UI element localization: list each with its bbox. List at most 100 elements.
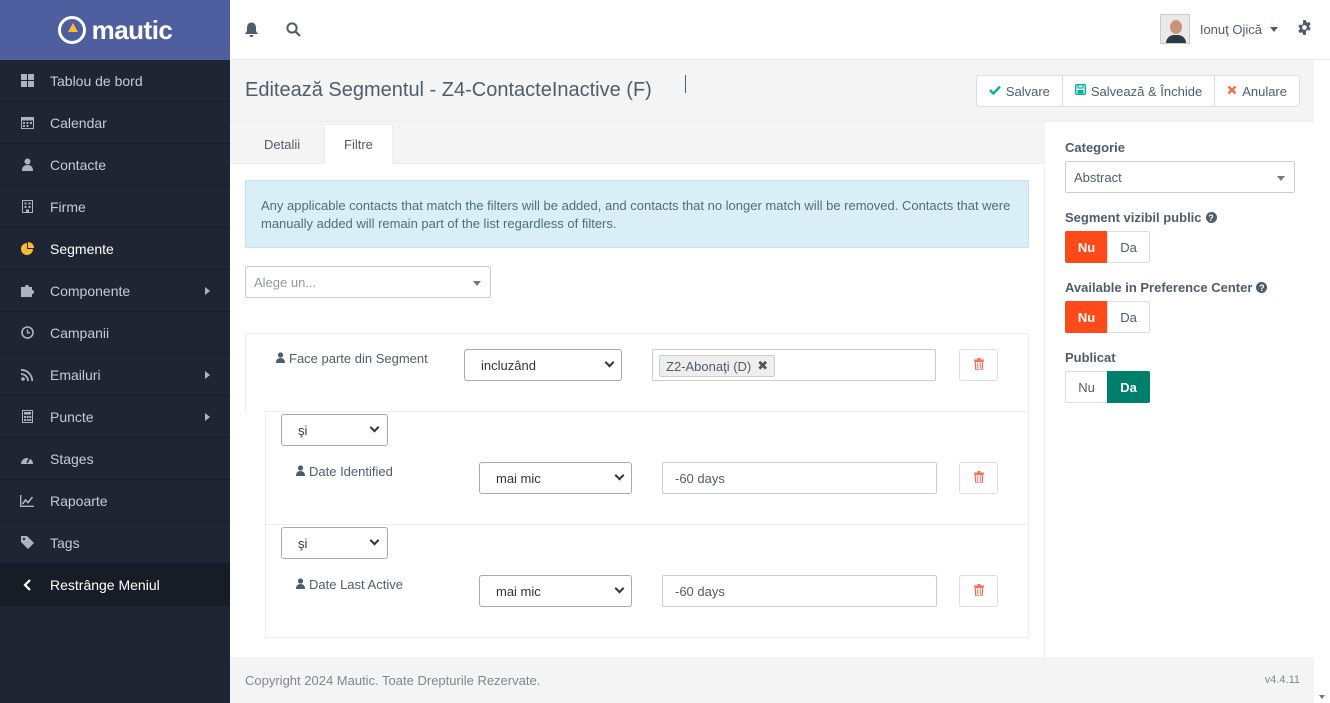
brand-logo[interactable]: mautic: [0, 0, 230, 60]
delete-filter-button[interactable]: [959, 462, 998, 494]
sidebar-item-stages[interactable]: Stages: [0, 438, 230, 480]
caret-down-icon: [1277, 176, 1285, 181]
tab-bar: Detalii Filtre: [230, 122, 1045, 165]
sidebar-item-components[interactable]: Componente: [0, 270, 230, 312]
published-yes-button[interactable]: Da: [1107, 371, 1150, 403]
cancel-button[interactable]: Anulare: [1214, 75, 1300, 107]
sidebar-item-companies[interactable]: Firme: [0, 186, 230, 228]
page-header: Editează Segmentul - Z4-ContacteInactive…: [230, 61, 1314, 122]
remove-chip-icon[interactable]: ✖: [757, 358, 768, 374]
sidebar-item-label: Segmente: [50, 240, 114, 257]
page-title: Editează Segmentul - Z4-ContacteInactive…: [245, 79, 652, 101]
question-circle-icon[interactable]: ?: [1205, 212, 1217, 223]
search-icon[interactable]: [284, 21, 302, 39]
building-icon: [20, 200, 34, 214]
sidebar-item-label: Contacte: [50, 156, 107, 173]
filter-glue-select[interactable]: şi: [281, 527, 388, 559]
gear-icon[interactable]: [1297, 20, 1312, 40]
public-yes-button[interactable]: Da: [1107, 231, 1150, 263]
sidebar-item-points[interactable]: Puncte: [0, 396, 230, 438]
question-circle-icon[interactable]: ?: [1256, 282, 1268, 293]
filter-operator-select[interactable]: mai mic: [479, 575, 632, 607]
sidebar-item-label: Tags: [50, 534, 80, 551]
preference-no-button[interactable]: Nu: [1065, 301, 1108, 333]
filter-value-input[interactable]: -60 days: [662, 575, 937, 607]
filter-label: Face parte din Segment: [276, 351, 428, 366]
filter-chooser-select[interactable]: Alege un...: [245, 266, 491, 298]
published-label: Publicat: [1065, 350, 1116, 365]
user-icon: [296, 577, 305, 592]
published-no-button[interactable]: Nu: [1065, 371, 1108, 403]
bell-icon[interactable]: [242, 21, 260, 39]
filter-operator-select[interactable]: incluzând: [464, 349, 622, 381]
sidebar-nav: Tablou de bord Calendar Contacte Firme S…: [0, 60, 230, 606]
puzzle-icon: [20, 284, 34, 298]
sidebar-item-segments[interactable]: Segmente: [0, 228, 230, 270]
caret-down-icon: [1270, 26, 1278, 32]
filter-label-text: Date Last Active: [309, 577, 403, 592]
check-icon: [988, 84, 1001, 98]
sidebar-item-contacts[interactable]: Contacte: [0, 144, 230, 186]
category-select[interactable]: Abstract: [1065, 161, 1295, 193]
preference-center-label-text: Available in Preference Center: [1065, 280, 1253, 295]
published-toggle: Nu Da: [1065, 371, 1150, 403]
filter-glue-value: şi: [298, 536, 308, 551]
selected-segment-chip: Z2-Abonaţi (D) ✖: [659, 355, 776, 377]
chevron-right-icon: [205, 286, 210, 295]
version-text: v4.4.11: [1264, 674, 1300, 686]
save-button-label: Salvare: [1005, 83, 1050, 99]
filter-operator-select[interactable]: mai mic: [479, 462, 632, 494]
tab-details[interactable]: Detalii: [245, 124, 319, 164]
delete-filter-button[interactable]: [959, 349, 998, 381]
delete-filter-button[interactable]: [959, 575, 998, 607]
filter-value-multiselect[interactable]: Z2-Abonaţi (D) ✖: [652, 349, 936, 381]
category-label: Categorie: [1065, 140, 1125, 155]
floppy-disk-icon: [1074, 83, 1086, 98]
collapse-menu-button[interactable]: Restrânge Meniul: [0, 564, 230, 606]
filter-glue-select[interactable]: şi: [281, 414, 388, 446]
rss-icon: [20, 368, 34, 382]
sidebar-item-label: Rapoarte: [50, 492, 108, 509]
sidebar-item-tags[interactable]: Tags: [0, 522, 230, 564]
clock-icon: [20, 326, 34, 340]
public-no-button[interactable]: Nu: [1065, 231, 1108, 263]
chevron-right-icon: [205, 412, 210, 421]
avatar: [1159, 14, 1190, 44]
preference-yes-button[interactable]: Da: [1107, 301, 1150, 333]
user-name: Ionuţ Ojică: [1199, 21, 1262, 37]
save-close-button[interactable]: Salvează & Închide: [1061, 75, 1216, 107]
calendar-icon: [20, 116, 34, 130]
filter-label: Date Identified: [296, 464, 393, 479]
filter-glue-value: şi: [298, 423, 308, 438]
sidebar-item-campaigns[interactable]: Campanii: [0, 312, 230, 354]
filter-operator-value: mai mic: [496, 584, 541, 599]
sidebar-item-dashboard[interactable]: Tablou de bord: [0, 60, 230, 102]
scroll-down-icon[interactable]: [1319, 695, 1325, 699]
trash-icon: [973, 583, 984, 599]
filter-operator-value: incluzând: [481, 358, 536, 373]
save-button[interactable]: Salvare: [975, 75, 1063, 107]
top-header: Ionuţ Ojică: [230, 0, 1330, 60]
sidebar-item-label: Calendar: [50, 114, 107, 131]
page-scrollbar[interactable]: [1314, 60, 1330, 703]
user-menu[interactable]: Ionuţ Ojică: [1159, 14, 1278, 44]
caret-down-icon: [473, 281, 481, 286]
collapse-menu-label: Restrânge Meniul: [50, 576, 160, 593]
user-icon: [20, 158, 34, 172]
sidebar: mautic Tablou de bord Calendar Contacte …: [0, 0, 230, 703]
main-panel: Detalii Filtre Any applicable contacts t…: [230, 122, 1045, 657]
sidebar-item-calendar[interactable]: Calendar: [0, 102, 230, 144]
filter-value-input[interactable]: -60 days: [662, 462, 937, 494]
public-segment-label-text: Segment vizibil public: [1065, 210, 1202, 225]
tab-filters[interactable]: Filtre: [324, 124, 393, 165]
chevron-down-icon: [614, 470, 625, 481]
sidebar-item-reports[interactable]: Rapoarte: [0, 480, 230, 522]
filter-value-text: -60 days: [675, 584, 725, 599]
brand-name: mautic: [91, 14, 173, 45]
chevron-down-icon: [614, 583, 625, 594]
filter-label: Date Last Active: [296, 577, 403, 592]
filters-info-alert: Any applicable contacts that match the f…: [245, 180, 1029, 248]
category-value: Abstract: [1074, 170, 1122, 185]
sidebar-item-emails[interactable]: Emailuri: [0, 354, 230, 396]
sidebar-item-label: Tablou de bord: [50, 72, 143, 89]
